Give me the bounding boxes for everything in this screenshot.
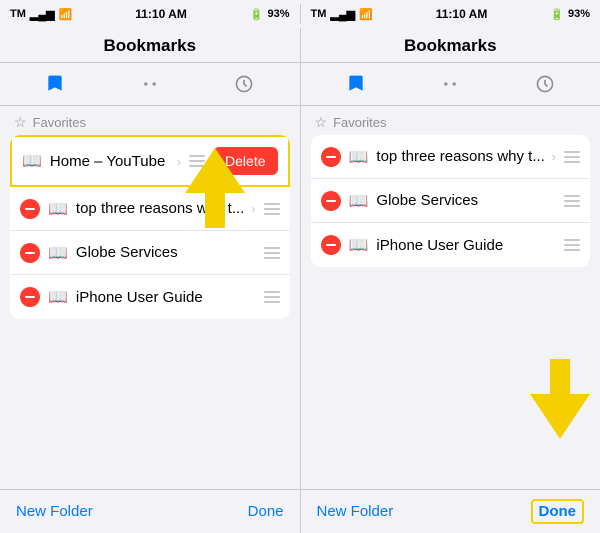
book-icon-top-three-r: 📖	[349, 147, 369, 167]
drag-handle-home[interactable]	[189, 155, 205, 167]
bookmark-item-globe-r[interactable]: 📖 Globe Services	[311, 179, 591, 223]
carrier-right: TM	[311, 8, 327, 20]
tab-reading-right[interactable]	[403, 69, 498, 99]
tab-history-left[interactable]	[197, 69, 292, 99]
new-folder-btn-right[interactable]: New Folder	[317, 503, 394, 520]
bookmark-text-iphone: iPhone User Guide	[76, 289, 256, 306]
battery-icon-left: 🔋	[250, 8, 264, 21]
favorites-right: ☆ Favorites	[301, 106, 600, 135]
signal-icon: ▂▄▆	[30, 8, 55, 21]
delete-button-home[interactable]: Delete	[213, 147, 277, 175]
minus-btn-iphone[interactable]	[20, 287, 40, 307]
chevron-top-three: ›	[251, 201, 255, 216]
bottom-panel-left: New Folder Done	[0, 490, 301, 533]
book-icon-iphone: 📖	[48, 287, 68, 307]
bookmark-item-globe[interactable]: 📖 Globe Services	[10, 231, 290, 275]
panels: Bookmarks ☆ Favorites 📖 Home – YouTube	[0, 28, 600, 489]
battery-left: 93%	[267, 8, 289, 20]
status-bar-left: TM ▂▄▆ 📶 11:10 AM 🔋 93%	[0, 0, 300, 28]
panel-left-header: Bookmarks	[0, 28, 300, 63]
bookmark-item-iphone-r[interactable]: 📖 iPhone User Guide	[311, 223, 591, 267]
bookmark-list-left: 📖 Home – YouTube › Delete 📖 top three re…	[10, 135, 290, 319]
book-icon-top-three: 📖	[48, 199, 68, 219]
bookmark-text-iphone-r: iPhone User Guide	[376, 237, 556, 254]
tab-bookmarks-right[interactable]	[309, 69, 404, 99]
new-folder-btn-left[interactable]: New Folder	[16, 503, 93, 520]
status-bars: TM ▂▄▆ 📶 11:10 AM 🔋 93% TM ▂▄▆ 📶 11:10 A…	[0, 0, 600, 28]
done-btn-left[interactable]: Done	[248, 503, 284, 520]
bookmark-text-top-three: top three reasons why t...	[76, 200, 247, 217]
tabs-right	[301, 63, 600, 106]
bookmark-item-home-youtube[interactable]: 📖 Home – YouTube › Delete	[10, 135, 290, 187]
time-left: 11:10 AM	[135, 7, 187, 21]
wifi-icon: 📶	[59, 8, 73, 21]
favorites-label-right: Favorites	[333, 115, 386, 130]
tab-reading-left[interactable]	[103, 69, 198, 99]
chevron-top-three-r: ›	[552, 149, 556, 164]
favorites-label-left: Favorites	[33, 115, 86, 130]
bookmark-text-top-three-r: top three reasons why t...	[376, 148, 547, 165]
favorites-left: ☆ Favorites	[0, 106, 300, 135]
panel-right: Bookmarks ☆ Favorites 📖 top three r	[301, 28, 600, 489]
tabs-left	[0, 63, 300, 106]
favorites-star-right: ☆	[315, 114, 328, 131]
panel-left: Bookmarks ☆ Favorites 📖 Home – YouTube	[0, 28, 301, 489]
bookmark-list-right: 📖 top three reasons why t... › 📖 Globe S…	[311, 135, 591, 267]
status-bar-right: TM ▂▄▆ 📶 11:10 AM 🔋 93%	[301, 0, 600, 28]
done-btn-right[interactable]: Done	[531, 499, 585, 524]
favorites-star-left: ☆	[14, 114, 27, 131]
signal-icon-r: ▂▄▆	[330, 8, 355, 21]
panel-right-header: Bookmarks	[301, 28, 600, 63]
minus-btn-globe-r[interactable]	[321, 191, 341, 211]
drag-handle-globe-r[interactable]	[564, 195, 580, 207]
drag-handle-top-three[interactable]	[264, 203, 280, 215]
battery-right: 93%	[568, 8, 590, 20]
tab-history-right[interactable]	[498, 69, 593, 99]
time-right: 11:10 AM	[436, 7, 488, 21]
wifi-icon-r: 📶	[359, 8, 373, 21]
minus-btn-iphone-r[interactable]	[321, 235, 341, 255]
drag-handle-globe[interactable]	[264, 247, 280, 259]
drag-handle-iphone-r[interactable]	[564, 239, 580, 251]
minus-btn-top-three[interactable]	[20, 199, 40, 219]
book-icon-globe-r: 📖	[349, 191, 369, 211]
bookmark-item-iphone[interactable]: 📖 iPhone User Guide	[10, 275, 290, 319]
bookmark-item-top-three[interactable]: 📖 top three reasons why t... ›	[10, 187, 290, 231]
book-icon-globe: 📖	[48, 243, 68, 263]
drag-handle-iphone[interactable]	[264, 291, 280, 303]
tab-bookmarks-left[interactable]	[8, 69, 103, 99]
battery-icon-right: 🔋	[550, 8, 564, 21]
bookmark-text-globe: Globe Services	[76, 244, 256, 261]
bookmark-text-globe-r: Globe Services	[376, 192, 556, 209]
bookmark-text-home: Home – YouTube	[50, 153, 173, 170]
bottom-panel-right: New Folder Done	[301, 490, 600, 533]
drag-handle-top-three-r[interactable]	[564, 151, 580, 163]
bookmark-item-top-three-r[interactable]: 📖 top three reasons why t... ›	[311, 135, 591, 179]
minus-btn-globe[interactable]	[20, 243, 40, 263]
bottom-bars: New Folder Done New Folder Done	[0, 489, 600, 533]
chevron-home: ›	[177, 154, 181, 169]
minus-btn-top-three-r[interactable]	[321, 147, 341, 167]
book-icon-home: 📖	[22, 151, 42, 171]
carrier-left: TM	[10, 8, 26, 20]
book-icon-iphone-r: 📖	[349, 235, 369, 255]
